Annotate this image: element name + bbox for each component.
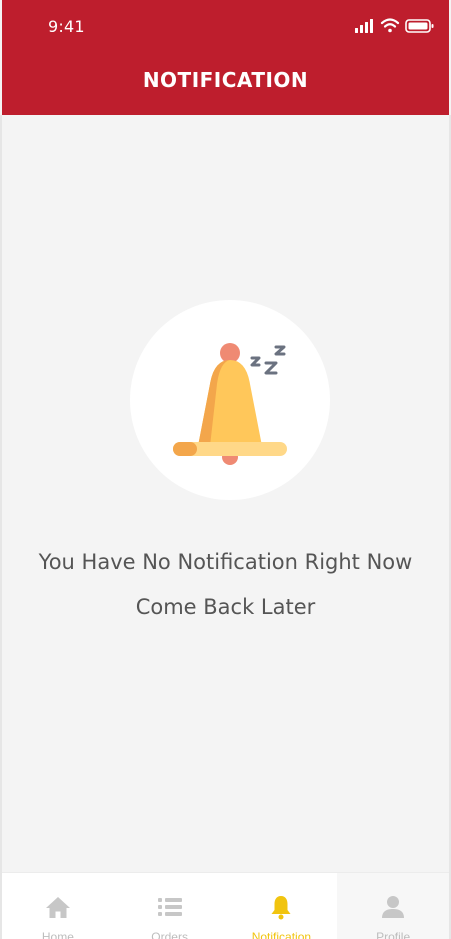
status-time: 9:41: [48, 17, 85, 36]
battery-icon: [405, 19, 434, 33]
nav-notification-label: Notification: [251, 930, 312, 939]
app-screen: 9:41 NOTIFICATION You Have No Notificati…: [0, 0, 451, 939]
user-icon: [382, 896, 405, 918]
bell-icon: [271, 896, 291, 920]
nav-home[interactable]: Home: [2, 873, 114, 939]
nav-profile[interactable]: Profile: [337, 873, 449, 939]
nav-orders-label: Orders: [151, 930, 188, 939]
wifi-icon: [380, 18, 400, 33]
nav-profile-label: Profile: [376, 930, 411, 939]
nav-orders[interactable]: Orders: [114, 873, 226, 939]
sleeping-bell-icon: [173, 343, 287, 465]
page-title: NOTIFICATION: [142, 68, 309, 92]
nav-notification[interactable]: Notification: [226, 873, 338, 939]
empty-message-line-1: You Have No Notification Right Now: [38, 550, 413, 574]
app-header: 9:41 NOTIFICATION: [2, 0, 449, 115]
empty-state-message: You Have No Notification Right Now Come …: [0, 540, 451, 630]
nav-home-label: Home: [41, 930, 74, 939]
home-icon: [45, 897, 70, 918]
bottom-navigation: Home Orders Notification Profile: [2, 872, 449, 939]
signal-icon: [355, 19, 373, 33]
empty-message-line-2: Come Back Later: [135, 595, 316, 619]
screen-edge-left: [0, 115, 2, 939]
empty-state-illustration: [130, 300, 330, 500]
list-icon: [157, 898, 182, 916]
status-icons: [355, 18, 434, 33]
